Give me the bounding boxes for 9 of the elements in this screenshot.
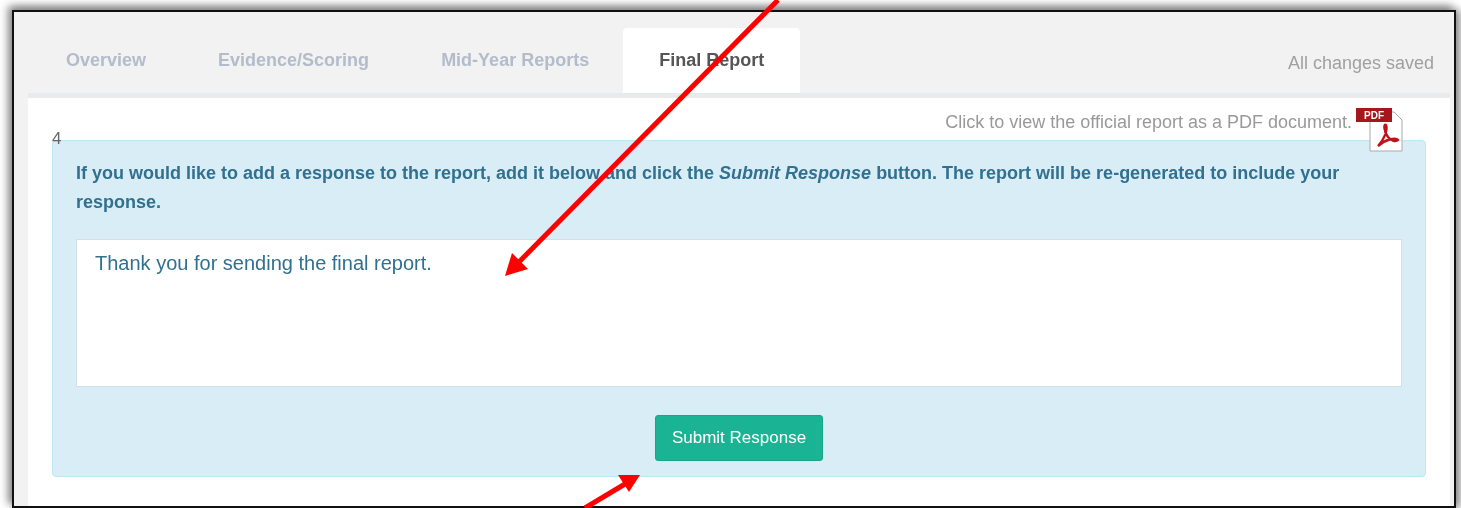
tab[interactable]: Overview: [30, 28, 183, 93]
item-number: 4: [52, 129, 62, 149]
pdf-link[interactable]: Click to view the official report as a PDF document.: [945, 112, 1352, 133]
tab[interactable]: Evidence/Scoring: [182, 28, 406, 93]
annotation-arrow: [583, 475, 640, 508]
save-status: All changes saved: [1287, 53, 1435, 74]
submit-response-button[interactable]: Submit Response: [654, 415, 824, 461]
response-field[interactable]: Thank you for sending the final report.: [76, 239, 1402, 387]
tab[interactable]: Mid-Year Reports: [405, 28, 626, 93]
